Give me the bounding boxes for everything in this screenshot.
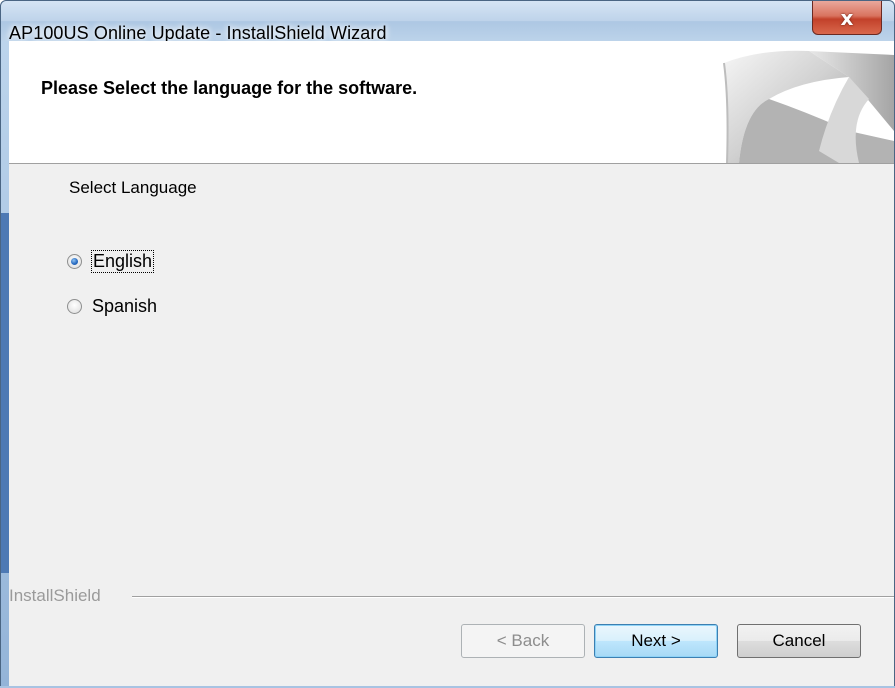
next-button-label: Next > — [631, 631, 681, 650]
back-button-label: < Back — [496, 631, 550, 650]
branding-divider — [132, 596, 894, 598]
radio-option-spanish[interactable]: Spanish — [67, 296, 157, 317]
radio-option-english[interactable]: English — [67, 250, 155, 273]
dialog-client-area: Please Select the language for the softw… — [9, 41, 894, 687]
window-left-border — [1, 41, 9, 688]
radio-button-english[interactable] — [67, 254, 82, 269]
installshield-header-graphic — [699, 41, 894, 163]
select-language-label: Select Language — [69, 178, 197, 197]
radio-label-english[interactable]: English — [90, 250, 155, 273]
radio-button-spanish[interactable] — [67, 299, 82, 314]
back-button[interactable]: < Back — [461, 624, 585, 658]
title-bar[interactable]: AP100US Online Update - InstallShield Wi… — [1, 1, 894, 43]
installshield-label: InstallShield — [9, 586, 101, 605]
close-icon: x — [840, 5, 854, 30]
header-title: Please Select the language for the softw… — [41, 78, 418, 98]
wizard-header: Please Select the language for the softw… — [9, 41, 894, 164]
close-button[interactable]: x — [812, 1, 882, 35]
next-button[interactable]: Next > — [594, 624, 718, 658]
installshield-branding: InstallShield — [9, 586, 894, 606]
cancel-button-label: Cancel — [772, 631, 826, 650]
cancel-button[interactable]: Cancel — [737, 624, 861, 658]
radio-label-spanish[interactable]: Spanish — [92, 296, 157, 317]
window-edge-accent — [1, 213, 9, 573]
installer-window: AP100US Online Update - InstallShield Wi… — [0, 0, 895, 688]
